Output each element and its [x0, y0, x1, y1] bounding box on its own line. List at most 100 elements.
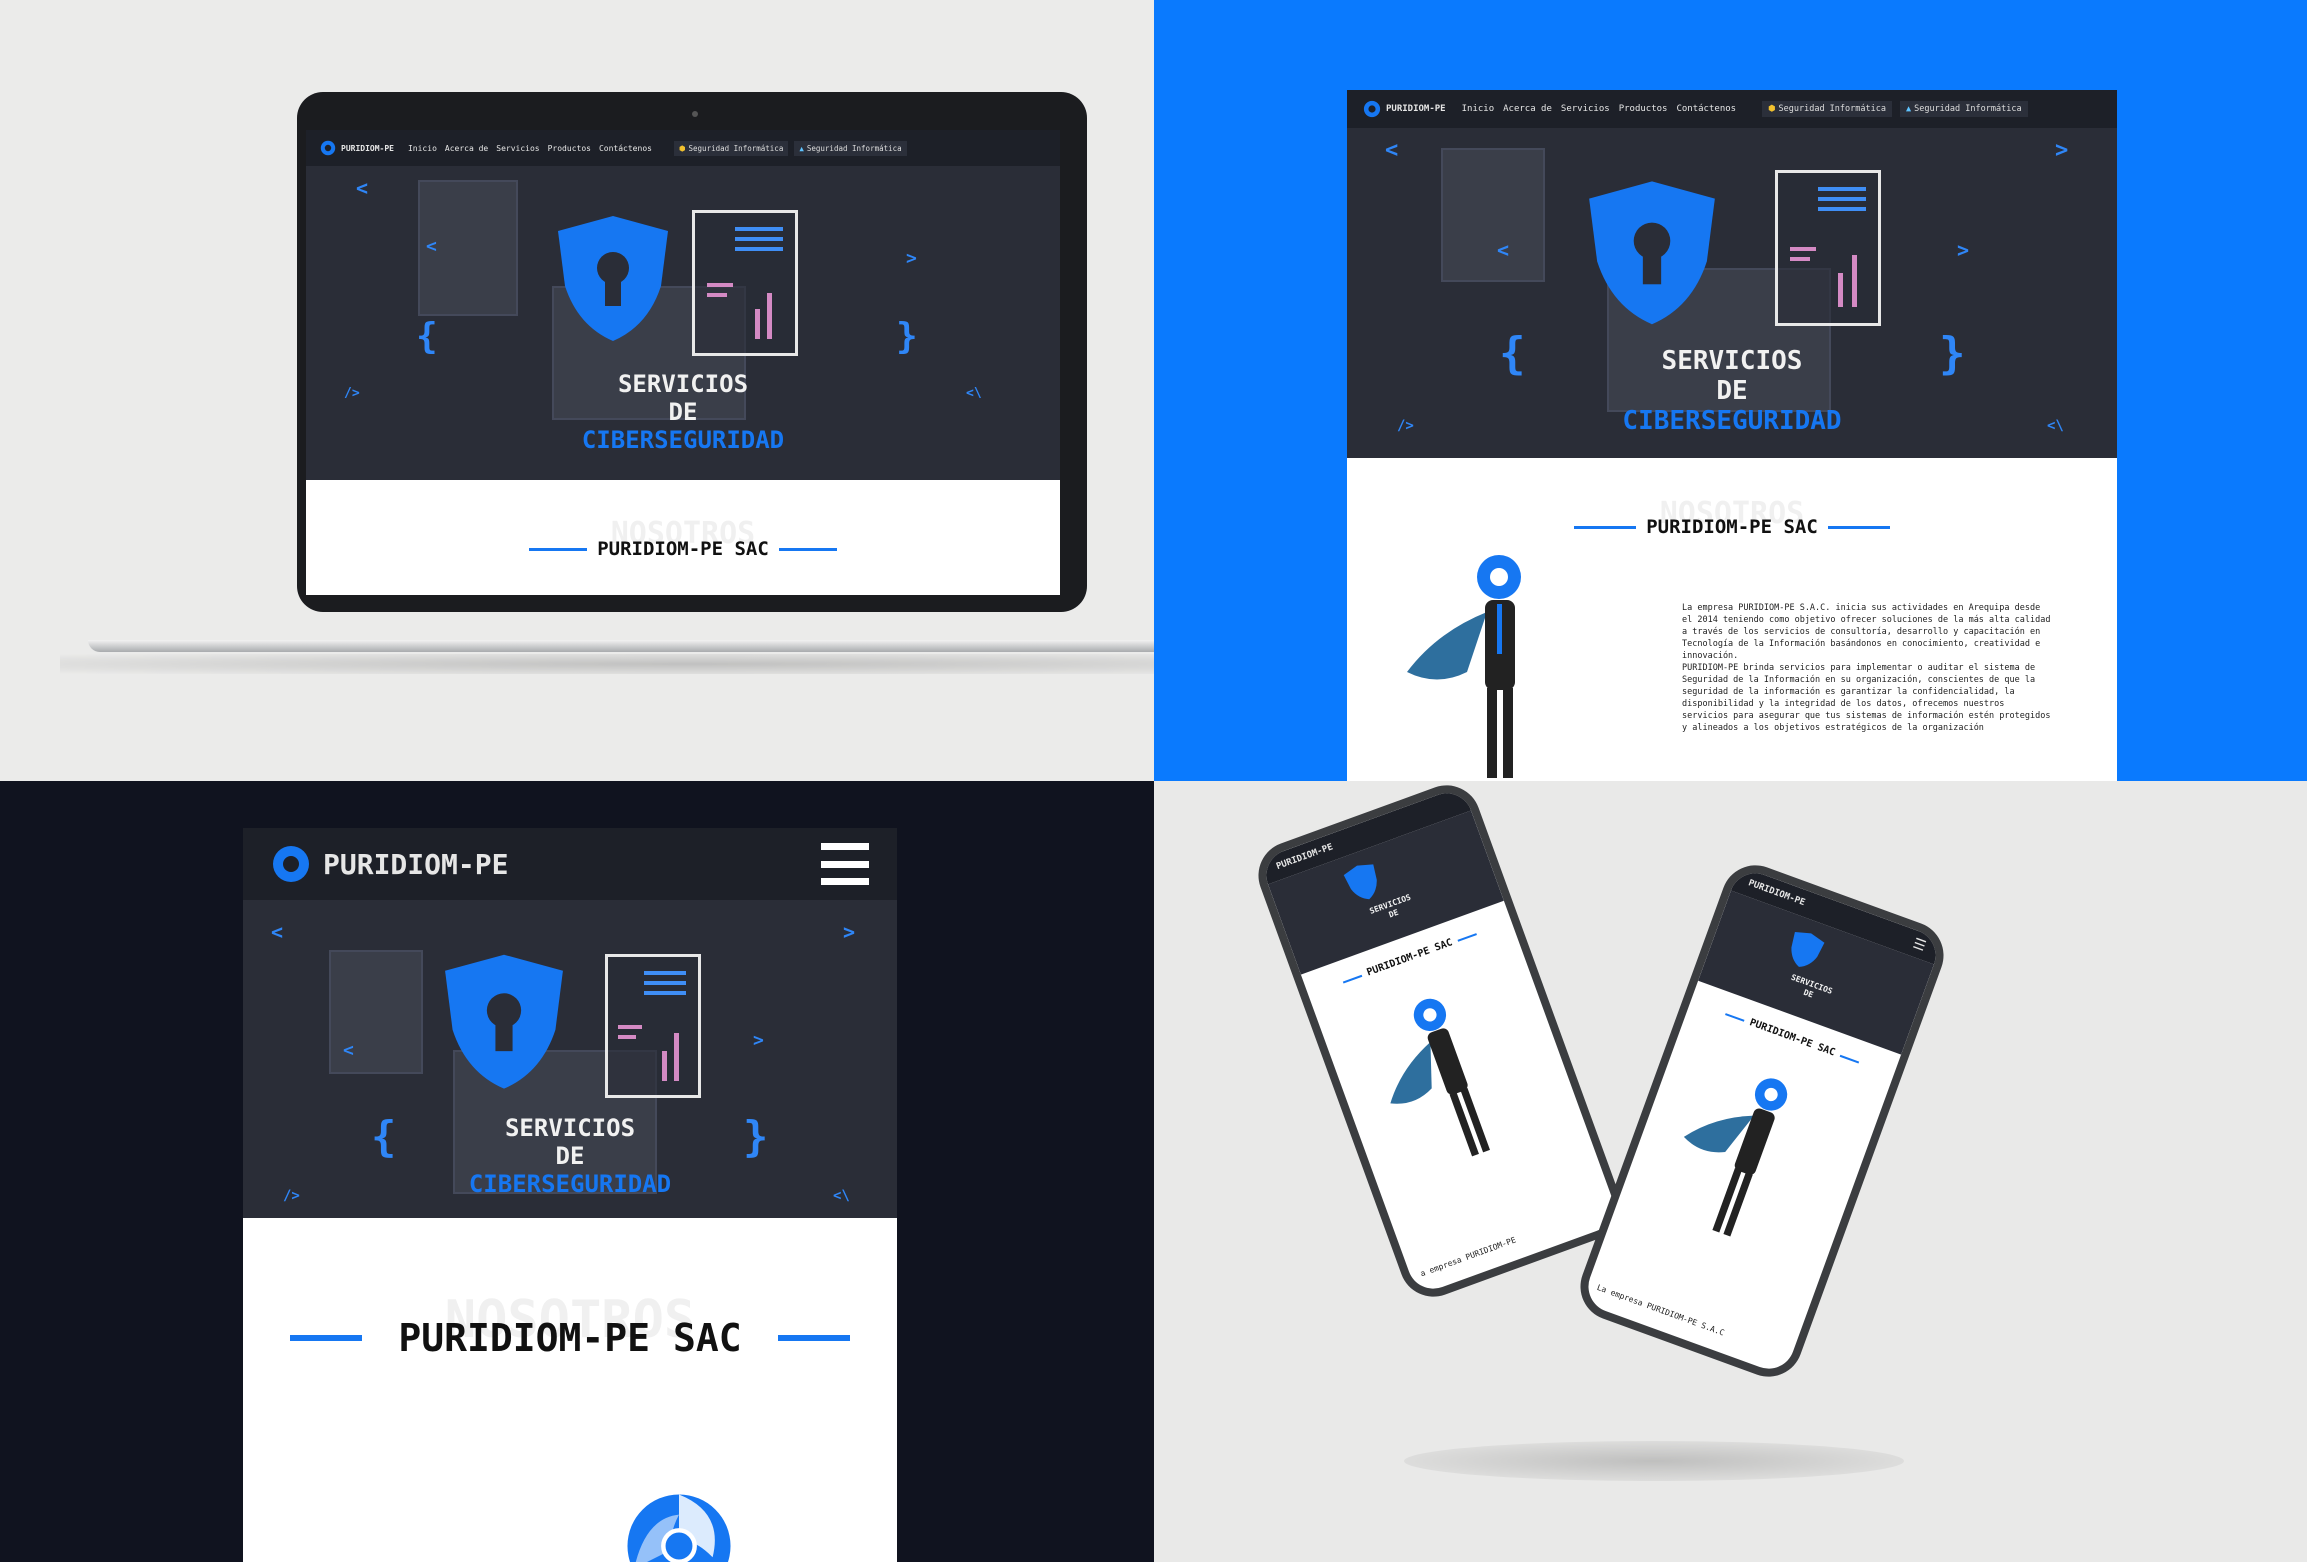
superhero-mascot [1407, 555, 1521, 778]
superhero-mascot [1683, 1078, 1788, 1237]
title-bar-left [290, 1335, 363, 1341]
bg-poster [1441, 148, 1545, 282]
desktop-screen: PURIDIOM-PE Inicio Acerca de Servicios P… [1347, 90, 2117, 781]
hamburger-menu-icon[interactable] [821, 843, 869, 885]
about-snippet: La empresa PURIDIOM-PE S.A.C [1595, 1282, 1726, 1338]
nav-link-productos[interactable]: Productos [548, 144, 591, 153]
phone-front: PURIDIOM-PE ☰ SERVICIOS DE PURIDIOM-PE S… [1570, 855, 1954, 1387]
nav-bar: PURIDIOM-PE Inicio Acerca de Servicios P… [306, 130, 1060, 166]
title-bar-right [1827, 525, 1890, 529]
nav-bar: PURIDIOM-PE Inicio Acerca de Servicios P… [1347, 90, 2117, 128]
brand-name: PURIDIOM-PE [341, 143, 394, 153]
code-glyph: < [271, 920, 284, 944]
nav-link-acerca[interactable]: Acerca de [1503, 104, 1552, 114]
badge-icon: ▲ [1905, 104, 1912, 114]
brand-logo[interactable]: PURIDIOM-PE [320, 140, 394, 156]
title-bar-left [1574, 525, 1637, 529]
badge-seguridad-2[interactable]: ▲ Seguridad Informática [1899, 101, 2028, 117]
shield-keyhole-icon [445, 954, 563, 1089]
title-bar-left [529, 547, 588, 551]
nav-link-acerca[interactable]: Acerca de [445, 144, 488, 153]
title-bar-right [1839, 1054, 1860, 1064]
nav-link-contactenos[interactable]: Contáctenos [599, 144, 652, 153]
title-bar-right [1457, 932, 1477, 942]
code-glyph: < [343, 1040, 354, 1061]
code-glyph: < [426, 236, 437, 257]
logo-icon [1363, 100, 1381, 118]
nav-link-inicio[interactable]: Inicio [1462, 104, 1495, 114]
phone-front-screen: PURIDIOM-PE ☰ SERVICIOS DE PURIDIOM-PE S… [1581, 866, 1943, 1376]
hero-line-2: DE [668, 398, 698, 426]
logo-icon [320, 140, 336, 156]
laptop-base [88, 640, 1154, 652]
hero-line-1: SERVICIOS [617, 370, 749, 398]
title-bar-right [777, 1335, 850, 1341]
title-bar-left [1342, 974, 1363, 984]
nav-link-contactenos[interactable]: Contáctenos [1676, 104, 1736, 114]
title-bar-right [778, 547, 837, 551]
logo-icon [273, 846, 309, 882]
shield-keyhole-icon [1791, 932, 1825, 967]
section-title: PURIDIOM-PE SAC [306, 538, 1060, 560]
logo-icon [627, 1494, 731, 1562]
hero-line-3: CIBERSEGURIDAD [1622, 406, 1842, 436]
badge-seguridad-1[interactable]: ⬢ Seguridad Informática [673, 140, 789, 156]
laptop-screen: PURIDIOM-PE Inicio Acerca de Servicios P… [306, 130, 1060, 595]
title-bar-left [1725, 1012, 1745, 1022]
section-title: PURIDIOM-PE SAC [1347, 516, 2117, 538]
hero-line-2: DE [1716, 376, 1748, 406]
desktop-screen-panel: PURIDIOM-PE Inicio Acerca de Servicios P… [1154, 0, 2307, 781]
phones-shadow [1404, 1441, 1904, 1481]
code-glyph: > [2055, 138, 2069, 163]
shield-keyhole-icon [1589, 181, 1715, 325]
superhero-mascot [1390, 998, 1490, 1157]
nav-link-servicios[interactable]: Servicios [1561, 104, 1610, 114]
shield-keyhole-icon [1343, 864, 1377, 900]
nav-bar: PURIDIOM-PE [243, 828, 897, 900]
hero-line-3: CIBERSEGURIDAD [581, 426, 785, 454]
code-glyph: > [843, 920, 856, 944]
laptop-mockup-panel: PURIDIOM-PE Inicio Acerca de Servicios P… [0, 0, 1154, 781]
section-title-text: PURIDIOM-PE SAC [1646, 516, 1818, 538]
hamburger-menu-icon[interactable]: ☰ [1911, 936, 1928, 955]
code-glyph: > [906, 248, 917, 269]
code-glyph: < [1385, 138, 1399, 163]
brand-logo[interactable]: PURIDIOM-PE [271, 844, 508, 884]
report-document-icon [692, 210, 798, 356]
code-glyph: < [356, 176, 369, 200]
mobile-screen-panel: PURIDIOM-PE < > < > { } /> <\ SERVICIOS … [0, 781, 1154, 1562]
laptop-camera [692, 111, 698, 117]
mobile-screen: PURIDIOM-PE < > < > { } /> <\ SERVICIOS … [243, 828, 897, 1562]
brand-name: PURIDIOM-PE [1386, 104, 1446, 114]
report-document-icon [605, 954, 701, 1098]
hero-line-1: SERVICIOS [504, 1114, 636, 1142]
badge-seguridad-1[interactable]: ⬢ Seguridad Informática [1762, 101, 1892, 117]
laptop-shadow [60, 654, 1154, 674]
code-glyph: > [1957, 238, 1970, 262]
brand-logo[interactable]: PURIDIOM-PE [1363, 100, 1446, 118]
badge-icon: ⬢ [1768, 104, 1776, 114]
phone-back: PURIDIOM-PE SERVICIOS DE PURIDIOM-PE SAC… [1248, 781, 1632, 1307]
code-glyph: > [753, 1030, 764, 1051]
code-glyph: } [896, 316, 918, 357]
phone-back-screen: PURIDIOM-PE SERVICIOS DE PURIDIOM-PE SAC… [1259, 786, 1621, 1296]
badge-seguridad-2[interactable]: ▲ Seguridad Informática [794, 140, 907, 156]
report-document-icon [1775, 170, 1881, 326]
about-snippet: a empresa PURIDIOM-PE [1419, 1235, 1518, 1279]
hero-banner: < < > { } /> <\ SERVICIOS DE CIBERSEGURI… [306, 166, 1060, 480]
code-glyph: < [1497, 238, 1510, 262]
phones-mockup-panel: PURIDIOM-PE SERVICIOS DE PURIDIOM-PE SAC… [1154, 781, 2307, 1562]
shield-keyhole-icon [558, 216, 668, 341]
nav-link-servicios[interactable]: Servicios [496, 144, 539, 153]
hero-line-1: SERVICIOS [1661, 346, 1803, 376]
nav-link-inicio[interactable]: Inicio [408, 144, 437, 153]
about-text: La empresa PURIDIOM-PE S.A.C. inicia sus… [1682, 603, 2051, 733]
badge-icon: ▲ [799, 143, 804, 153]
hero-line-2: DE [555, 1142, 585, 1170]
section-title-text: PURIDIOM-PE SAC [398, 1316, 742, 1360]
section-title: PURIDIOM-PE SAC [243, 1316, 897, 1360]
hero-line-3: CIBERSEGURIDAD [468, 1170, 672, 1198]
brand-name: PURIDIOM-PE [323, 847, 509, 881]
nav-link-productos[interactable]: Productos [1619, 104, 1668, 114]
hero-banner: < > < > { } /> <\ SERVICIOS DE CIBERSEGU… [1347, 128, 2117, 458]
